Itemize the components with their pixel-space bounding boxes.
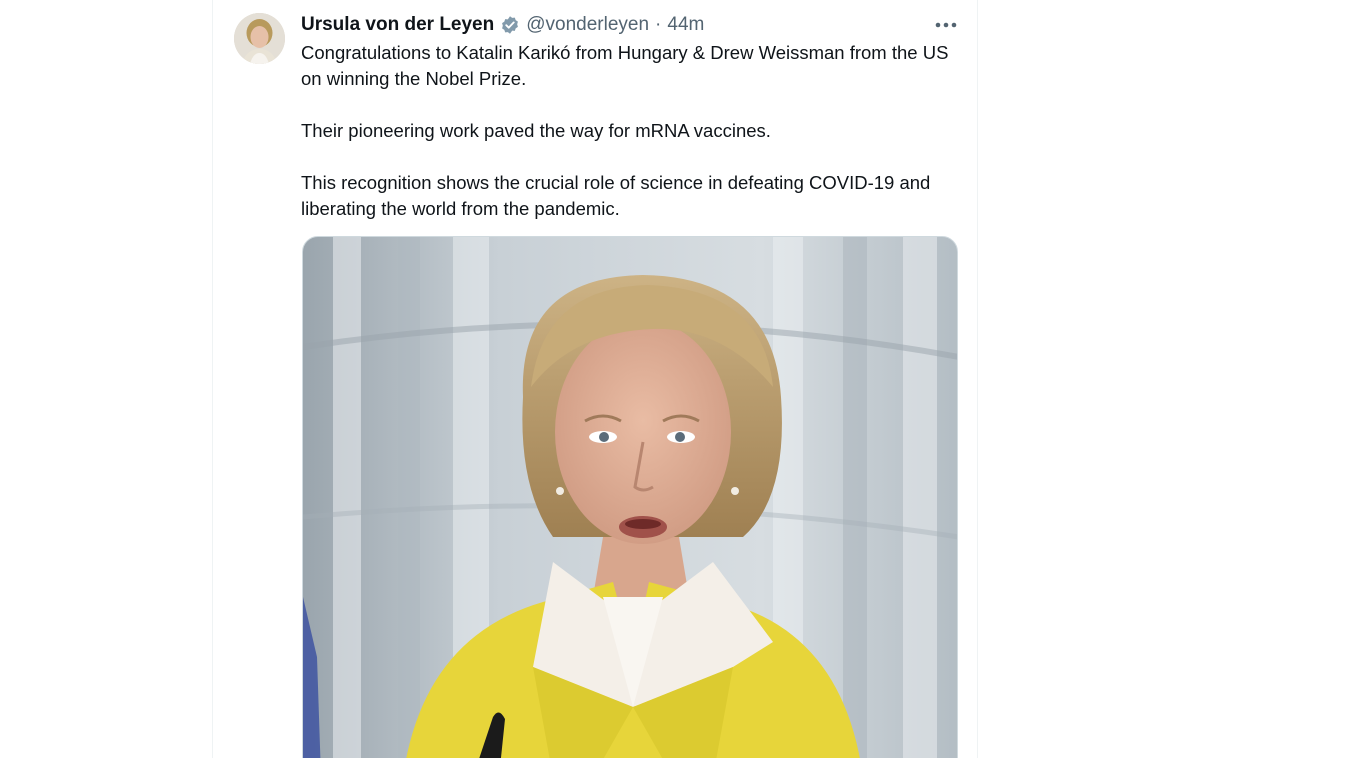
tweet-video-media[interactable] [302,236,958,758]
more-options-icon[interactable] [930,12,962,38]
author-name[interactable]: Ursula von der Leyen [301,14,494,36]
tweet-text: Congratulations to Katalin Karikó from H… [301,40,966,222]
tweet-timestamp[interactable]: 44m [667,14,704,36]
tweet-paragraph: Congratulations to Katalin Karikó from H… [301,42,949,89]
tweet-paragraph: This recognition shows the crucial role … [301,172,931,219]
tweet-paragraph: Their pioneering work paved the way for … [301,120,771,141]
author-avatar[interactable] [234,13,285,64]
tweet-header: Ursula von der Leyen @vonderleyen · 44m [301,12,704,38]
verified-badge-icon [500,15,520,35]
page: Ursula von der Leyen @vonderleyen · 44m … [0,0,1347,758]
author-handle[interactable]: @vonderleyen [526,14,649,36]
separator-dot: · [655,14,662,35]
